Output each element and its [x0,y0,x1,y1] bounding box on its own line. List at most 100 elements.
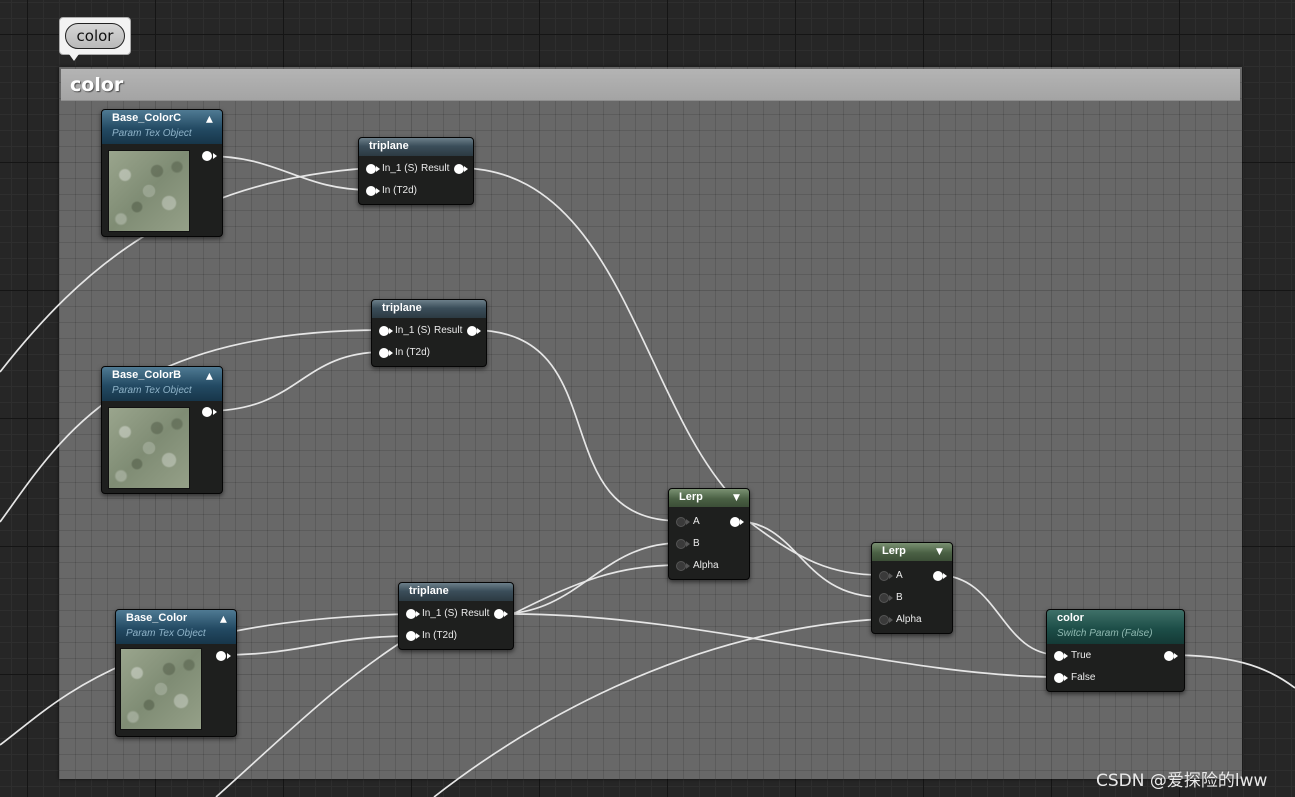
output-pin[interactable] [202,151,212,161]
pin-label: Result [434,325,463,336]
output-pin[interactable] [454,164,464,174]
pin-arrow-icon [213,409,217,415]
input-pin[interactable] [366,186,376,196]
node-header[interactable]: Lerp ▼ [872,543,952,561]
node-lerp[interactable]: Lerp ▼ A B Alpha [871,542,953,634]
node-header[interactable]: triplane [372,300,486,318]
chevron-down-icon[interactable]: ▼ [936,547,943,557]
input-pin[interactable] [379,326,389,336]
node-header[interactable]: color Switch Param (False) [1047,610,1184,644]
input-pin[interactable] [676,517,686,527]
chevron-up-icon[interactable]: ▼ [220,614,227,624]
wire [206,155,372,191]
node-header[interactable]: Lerp ▼ [669,489,749,507]
node-subtitle: Switch Param (False) [1057,628,1153,639]
output-pin[interactable] [1164,651,1174,661]
input-pin[interactable] [406,631,416,641]
texture-preview [108,407,190,489]
node-title: Base_Color [126,612,188,624]
output-pin[interactable] [933,571,943,581]
pin-arrow-icon [740,519,744,525]
pin-label: Alpha [693,560,719,571]
pin-label: In (T2d) [422,630,458,641]
node-title: Base_ColorB [112,369,182,381]
node-subtitle: Param Tex Object [112,385,192,396]
pin-arrow-icon [943,573,947,579]
pin-arrow-icon [416,611,420,617]
node-header[interactable]: Base_ColorC Param Tex Object ▼ [102,110,222,144]
input-pin[interactable] [676,561,686,571]
wire [215,635,412,797]
node-header[interactable]: triplane [399,583,513,601]
output-pin[interactable] [202,407,212,417]
node-base-colorc[interactable]: Base_ColorC Param Tex Object ▼ [101,109,223,237]
wire [512,613,1060,678]
wire [936,574,1060,656]
chevron-up-icon[interactable]: ▼ [206,114,213,124]
wire [206,351,385,412]
wire [498,542,681,615]
pin-arrow-icon [686,563,690,569]
node-header[interactable]: triplane [359,138,473,156]
node-base-color[interactable]: Base_Color Param Tex Object ▼ [115,609,237,737]
pin-label: In_1 (S) [422,608,458,619]
output-pin[interactable] [216,651,226,661]
output-pin[interactable] [467,326,477,336]
pin-label: B [693,538,700,549]
input-pin[interactable] [379,348,389,358]
pin-arrow-icon [686,519,690,525]
pin-arrow-icon [389,328,393,334]
wire [471,329,681,522]
node-title: triplane [369,140,409,152]
wire [512,564,681,615]
node-switch-param[interactable]: color Switch Param (False) True False [1046,609,1185,692]
pin-label: Result [421,163,450,174]
pin-arrow-icon [416,633,420,639]
wire [1167,654,1295,689]
input-pin[interactable] [1054,651,1064,661]
pin-arrow-icon [504,611,508,617]
node-lerp[interactable]: Lerp ▼ A B Alpha [668,488,750,580]
chevron-up-icon[interactable]: ▼ [206,371,213,381]
pin-label: In (T2d) [395,347,431,358]
pin-arrow-icon [889,617,893,623]
node-triplane[interactable]: triplane In_1 (S) Result In (T2d) [398,582,514,650]
pin-arrow-icon [1064,675,1068,681]
watermark-text: CSDN @爱探险的lww [1096,771,1268,791]
output-pin[interactable] [730,517,740,527]
pin-label: In (T2d) [382,185,418,196]
node-title: triplane [382,302,422,314]
node-triplane[interactable]: triplane In_1 (S) Result In (T2d) [371,299,487,367]
node-triplane[interactable]: triplane In_1 (S) Result In (T2d) [358,137,474,205]
node-header[interactable]: Base_ColorB Param Tex Object ▼ [102,367,222,401]
input-pin[interactable] [879,615,889,625]
pin-arrow-icon [889,573,893,579]
node-title: Lerp [679,491,703,503]
material-graph-canvas[interactable]: color color Base_ColorC Param Tex Object… [0,0,1295,797]
node-title: color [1057,612,1084,624]
pin-label: A [693,516,700,527]
input-pin[interactable] [1054,673,1064,683]
node-title: Base_ColorC [112,112,182,124]
pin-label: In_1 (S) [382,163,418,174]
node-subtitle: Param Tex Object [126,628,206,639]
pin-label: In_1 (S) [395,325,431,336]
input-pin[interactable] [879,571,889,581]
chevron-down-icon[interactable]: ▼ [733,493,740,503]
input-pin[interactable] [676,539,686,549]
pin-label: A [896,570,903,581]
input-pin[interactable] [366,164,376,174]
pin-arrow-icon [686,541,690,547]
node-base-colorb[interactable]: Base_ColorB Param Tex Object ▼ [101,366,223,494]
node-header[interactable]: Base_Color Param Tex Object ▼ [116,610,236,644]
pin-arrow-icon [889,595,893,601]
output-pin[interactable] [494,609,504,619]
pin-arrow-icon [376,188,380,194]
input-pin[interactable] [879,593,889,603]
input-pin[interactable] [406,609,416,619]
wire [221,635,412,656]
pin-label: False [1071,672,1096,683]
pin-arrow-icon [376,166,380,172]
texture-preview [120,648,202,730]
pin-arrow-icon [464,166,468,172]
